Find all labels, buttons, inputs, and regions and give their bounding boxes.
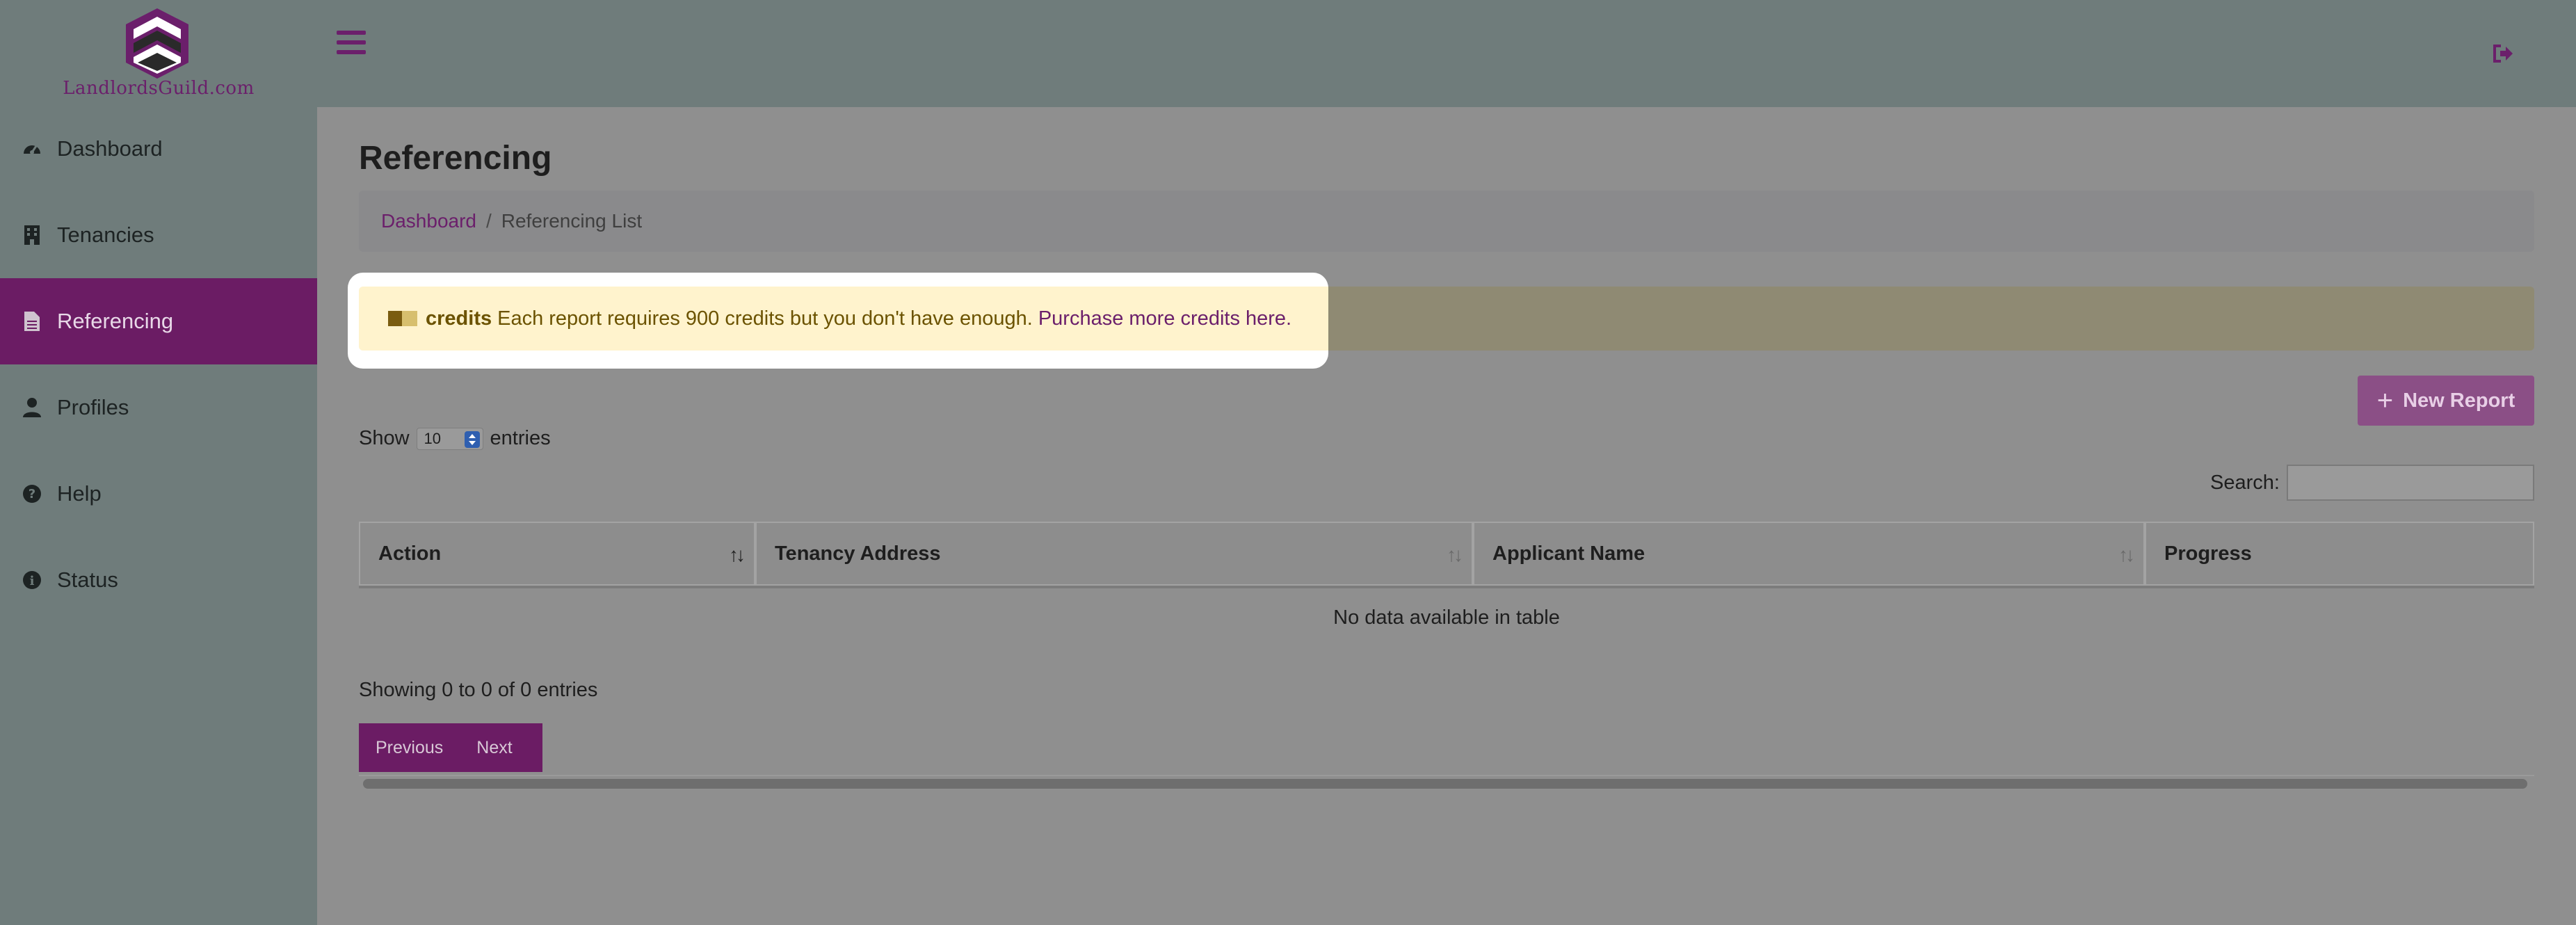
show-label: Show (359, 427, 410, 449)
previous-button[interactable]: Previous (376, 738, 443, 758)
plus-icon: + (2376, 385, 2394, 416)
column-header-applicant-name[interactable]: Applicant Name ↑↓ (1473, 522, 2145, 586)
column-header-action[interactable]: Action ↑↓ (359, 522, 755, 586)
sidebar-item-label: Referencing (57, 309, 174, 333)
sidebar-item-label: Help (57, 481, 102, 506)
sidebar-item-label: Tenancies (57, 223, 154, 247)
sidebar-item-profiles[interactable]: Profiles (0, 364, 317, 451)
svg-text:i: i (30, 574, 35, 588)
referencing-table: Action ↑↓ Tenancy Address ↑↓ Applicant N… (359, 522, 2534, 588)
page-title: Referencing (359, 140, 552, 177)
breadcrumb-separator: / (485, 210, 492, 232)
breadcrumb-current: Referencing List (501, 210, 643, 232)
topbar (317, 0, 2576, 107)
breadcrumb-dashboard-link[interactable]: Dashboard (381, 210, 476, 232)
sidebar-item-help[interactable]: ? Help (0, 451, 317, 537)
sidebar-item-dashboard[interactable]: Dashboard (0, 106, 317, 192)
svg-text:?: ? (29, 487, 35, 501)
entries-select-value: 10 (424, 429, 442, 447)
table-empty-message: No data available in table (1333, 606, 1560, 629)
next-button[interactable]: Next (476, 738, 512, 758)
sidebar-item-referencing[interactable]: Referencing (0, 278, 317, 364)
hamburger-icon[interactable] (337, 31, 366, 58)
column-header-tenancy-address[interactable]: Tenancy Address ↑↓ (755, 522, 1473, 586)
sort-asc-icon: ↑↓ (729, 544, 746, 565)
entries-length-control: Show 10 entries (359, 427, 551, 450)
sidebar-item-label: Profiles (57, 395, 129, 419)
alert-message: Each report requires 900 credits but you… (497, 307, 1033, 330)
info-circle-icon: i (21, 569, 43, 591)
select-arrows-icon (464, 431, 480, 448)
entries-select[interactable]: 10 (416, 427, 483, 450)
sort-icon: ↑↓ (2118, 544, 2135, 565)
new-report-button[interactable]: + New Report (2358, 376, 2534, 426)
brand-name: LandlordsGuild.com (63, 78, 255, 99)
user-icon (21, 396, 43, 419)
sort-icon: ↑↓ (1447, 544, 1463, 565)
file-icon (21, 310, 43, 332)
table-info: Showing 0 to 0 of 0 entries (359, 679, 598, 701)
sidebar: LandlordsGuild.com Dashboard Tenancies R… (0, 0, 317, 925)
sidebar-item-tenancies[interactable]: Tenancies (0, 192, 317, 278)
search-label: Search: (2210, 472, 2280, 494)
sidebar-item-label: Status (57, 568, 118, 592)
question-circle-icon: ? (21, 483, 43, 505)
breadcrumb: Dashboard / Referencing List (359, 191, 2534, 252)
horizontal-scrollbar[interactable] (363, 779, 2527, 789)
search-input[interactable] (2287, 465, 2534, 501)
sidebar-item-label: Dashboard (57, 136, 163, 161)
logo-emblem-icon (126, 8, 188, 79)
table-header: Action ↑↓ Tenancy Address ↑↓ Applicant N… (359, 522, 2534, 588)
building-icon (21, 224, 43, 246)
pagination: Previous Next (359, 723, 542, 772)
column-header-progress[interactable]: Progress (2145, 522, 2534, 586)
credits-alert: credits Each report requires 900 credits… (359, 287, 1328, 351)
brand-logo[interactable]: LandlordsGuild.com (0, 0, 317, 104)
tachometer-icon (21, 138, 43, 160)
sidebar-item-status[interactable]: i Status (0, 537, 317, 623)
credits-icon (388, 311, 417, 326)
new-report-label: New Report (2403, 389, 2515, 412)
sign-out-icon[interactable] (2493, 45, 2513, 63)
purchase-credits-link[interactable]: Purchase more credits here. (1038, 307, 1291, 330)
entries-label: entries (490, 427, 551, 449)
alert-title: credits (426, 307, 492, 330)
